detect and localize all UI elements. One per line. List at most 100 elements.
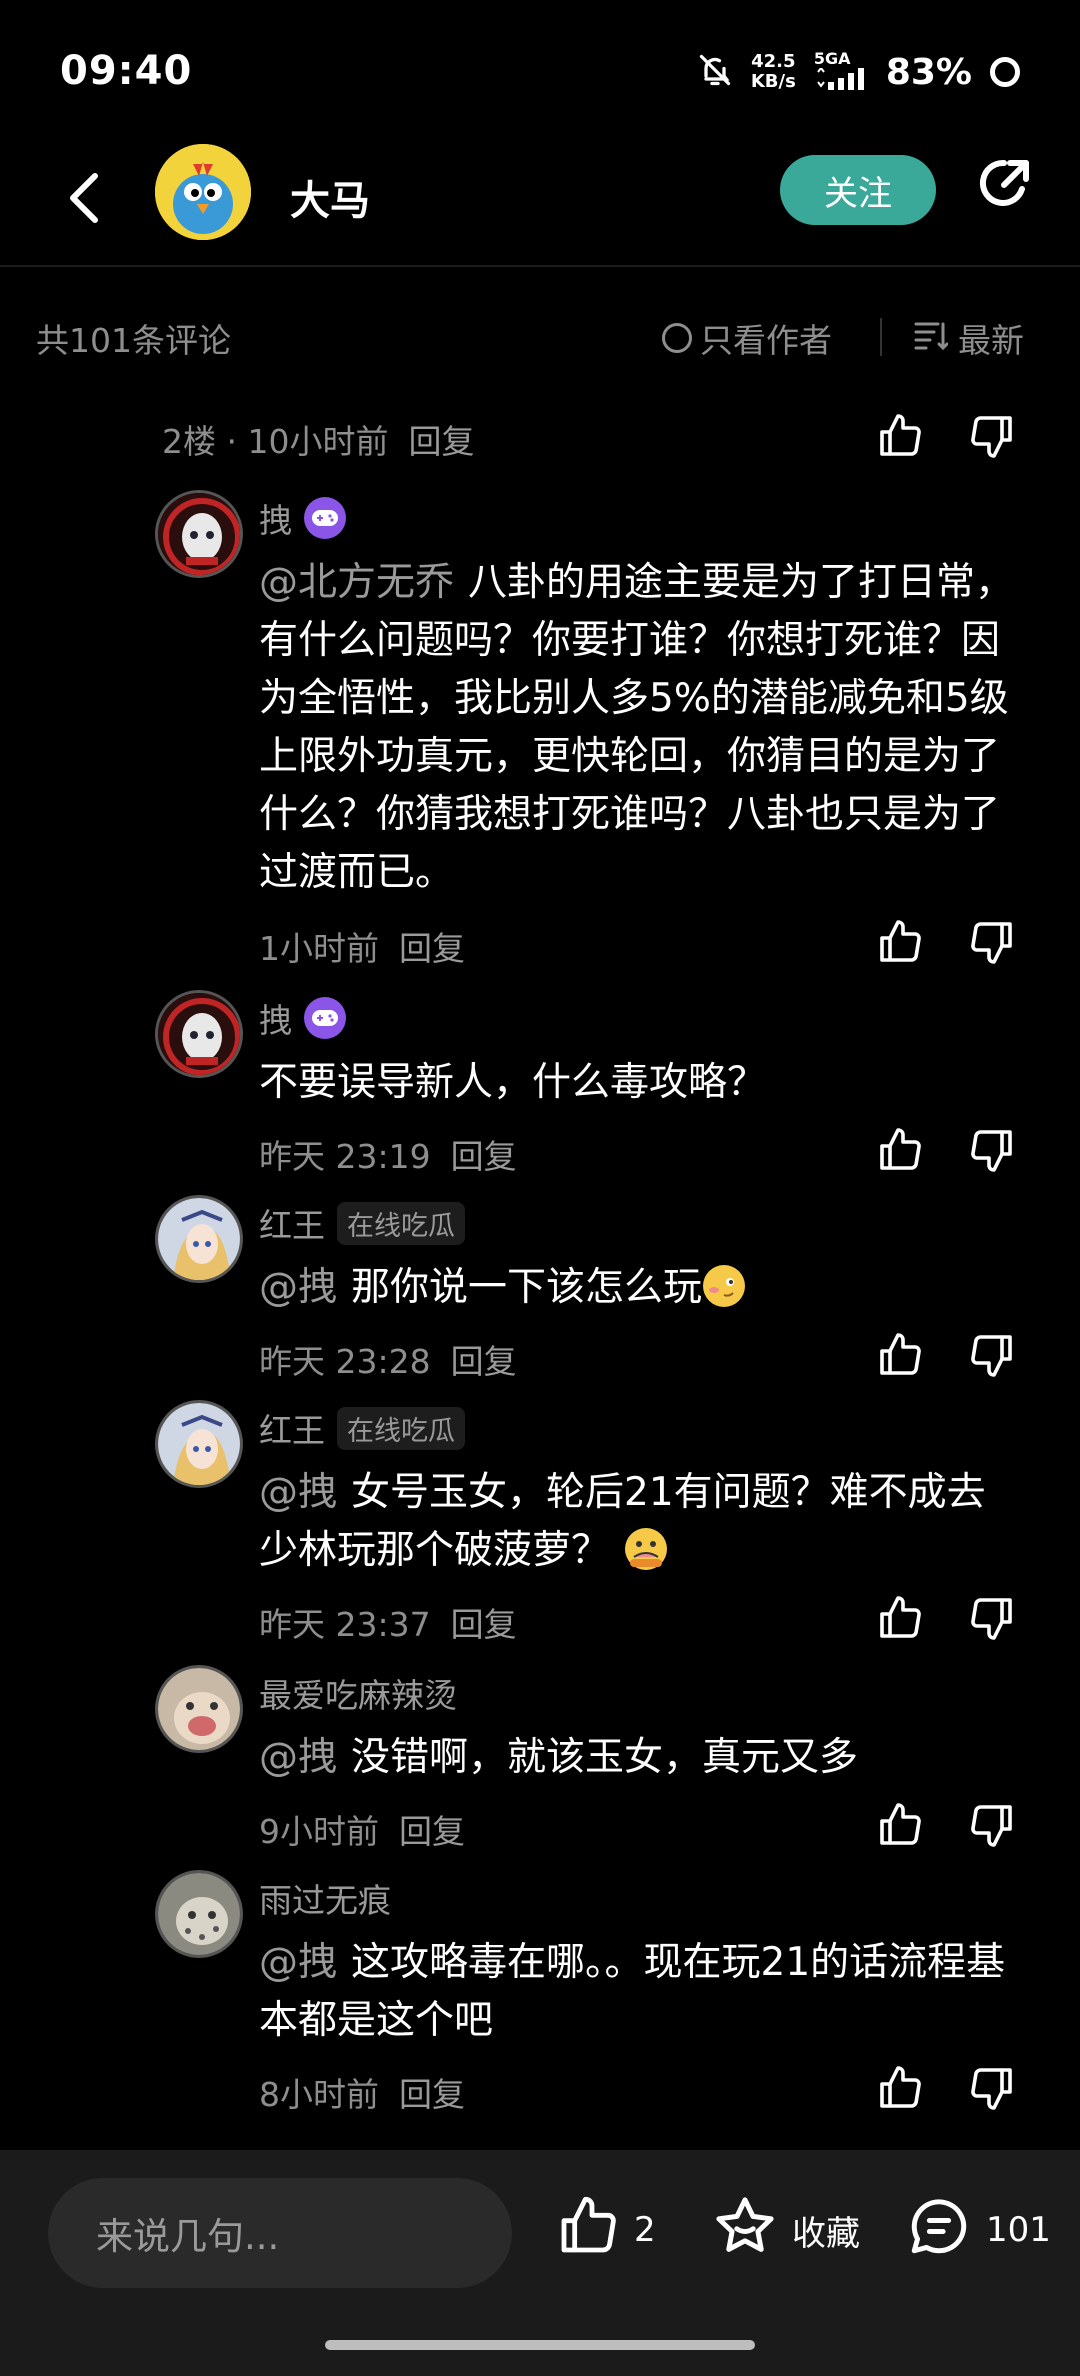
home-indicator[interactable] — [325, 2340, 755, 2350]
reply-button[interactable]: 回复 — [451, 1342, 517, 1381]
comment-author-name[interactable]: 雨过无痕 — [259, 1874, 391, 1922]
bottom-action-bar: 来说几句... 2 收藏 101 — [0, 2150, 1080, 2376]
only-author-label: 只看作者 — [700, 321, 832, 360]
like-button[interactable] — [870, 1590, 930, 1650]
sort-divider — [880, 318, 882, 356]
favorite-button[interactable]: 收藏 — [712, 2190, 860, 2270]
thumb-down-icon — [968, 918, 1016, 970]
floor-label: 2楼 · 10小时前 — [162, 422, 389, 461]
only-author-toggle[interactable]: 只看作者 — [662, 314, 832, 362]
user-avatar[interactable] — [155, 1195, 243, 1283]
comments-button[interactable]: 101 — [906, 2190, 1051, 2270]
comment-author-name[interactable]: 拽 — [259, 494, 292, 542]
like-button[interactable] — [870, 914, 930, 974]
thumb-down-icon — [968, 2064, 1016, 2116]
battery-level: 83% — [885, 51, 972, 93]
user-avatar[interactable] — [155, 1665, 243, 1753]
user-avatar[interactable] — [155, 1400, 243, 1488]
comment-meta: 8小时前 回复 — [259, 2068, 465, 2116]
reply-button[interactable]: 回复 — [399, 2075, 465, 2114]
comment-time: 1小时前 — [259, 929, 379, 968]
dislike-button[interactable] — [962, 408, 1022, 468]
post-like-button[interactable]: 2 — [556, 2190, 656, 2270]
comment-body: 这攻略毒在哪。。现在玩21的话流程基本都是这个吧 — [259, 1940, 1006, 2043]
like-button[interactable] — [870, 2060, 930, 2120]
reply-button[interactable]: 回复 — [399, 929, 465, 968]
like-button[interactable] — [870, 408, 930, 468]
mention-link[interactable]: @拽 — [259, 1735, 337, 1780]
comment-author: 红王 在线吃瓜 — [259, 1404, 465, 1452]
comment-text: 不要误导新人，什么毒攻略？ — [259, 1054, 1019, 1112]
gamepad-icon — [304, 497, 346, 539]
user-tag: 在线吃瓜 — [337, 1201, 465, 1245]
floor-vote — [870, 408, 1080, 468]
comment-author-name[interactable]: 红王 — [259, 1199, 325, 1247]
thumb-up-icon — [876, 412, 924, 464]
floor-meta: 2楼 · 10小时前 回复 — [162, 415, 474, 463]
like-button[interactable] — [870, 1122, 930, 1182]
thumb-down-icon — [968, 412, 1016, 464]
reply-button[interactable]: 回复 — [399, 1812, 465, 1851]
user-avatar[interactable] — [155, 1870, 243, 1958]
comment-time: 昨天 23:19 — [259, 1137, 431, 1176]
post-header: 大马 关注 — [0, 140, 1080, 267]
back-button[interactable] — [55, 160, 115, 240]
like-button[interactable] — [870, 1797, 930, 1857]
comment-vote — [870, 1590, 1080, 1650]
comment-vote — [870, 2060, 1080, 2120]
comment-body: 那你说一下该怎么玩 — [351, 1265, 703, 1310]
mention-link[interactable]: @拽 — [259, 1940, 337, 1985]
comment-input[interactable]: 来说几句... — [48, 2178, 512, 2288]
comment-text: @拽 那你说一下该怎么玩 — [259, 1259, 1019, 1317]
thumb-up-icon — [876, 2064, 924, 2116]
comment-author-name[interactable]: 最爱吃麻辣烫 — [259, 1669, 457, 1717]
follow-button[interactable]: 关注 — [780, 155, 936, 225]
net-speed-value: 42.5 — [751, 51, 796, 72]
dislike-button[interactable] — [962, 2060, 1022, 2120]
mention-link[interactable]: @拽 — [259, 1265, 337, 1310]
user-avatar[interactable] — [155, 990, 243, 1078]
comment-vote — [870, 1122, 1080, 1182]
comment-time: 昨天 23:28 — [259, 1342, 431, 1381]
comment-meta: 昨天 23:28 回复 — [259, 1335, 517, 1383]
comment-author: 拽 — [259, 994, 346, 1042]
comment-time: 8小时前 — [259, 2075, 379, 2114]
comment-text: @拽 这攻略毒在哪。。现在玩21的话流程基本都是这个吧 — [259, 1934, 1019, 2050]
author-name[interactable]: 大马 — [290, 168, 370, 226]
like-button[interactable] — [870, 1327, 930, 1387]
status-icons: 42.5 KB/s 5GA 83% — [697, 50, 1020, 94]
floor-reply-button[interactable]: 回复 — [408, 422, 474, 461]
author-avatar[interactable] — [155, 144, 251, 240]
mention-link[interactable]: @北方无乔 — [259, 560, 454, 605]
thumb-up-icon — [876, 1331, 924, 1383]
dislike-button[interactable] — [962, 1590, 1022, 1650]
sort-latest-button[interactable]: 最新 — [914, 314, 1024, 362]
comment-body: 没错啊，就该玉女，真元又多 — [351, 1735, 859, 1780]
dislike-button[interactable] — [962, 1327, 1022, 1387]
reply-button[interactable]: 回复 — [451, 1605, 517, 1644]
comment-vote — [870, 1797, 1080, 1857]
comment-body: 八卦的用途主要是为了打日常，有什么问题吗？你要打谁？你想打死谁？因为全悟性，我比… — [259, 560, 1015, 895]
user-avatar[interactable] — [155, 490, 243, 578]
comment-author-name[interactable]: 红王 — [259, 1404, 325, 1452]
dislike-button[interactable] — [962, 1797, 1022, 1857]
comment-author: 拽 — [259, 494, 346, 542]
dislike-button[interactable] — [962, 1122, 1022, 1182]
battery-icon — [990, 57, 1020, 87]
share-button[interactable] — [965, 152, 1041, 228]
comment-time: 9小时前 — [259, 1812, 379, 1851]
thumb-up-icon — [876, 1126, 924, 1178]
favorite-label: 收藏 — [792, 2213, 860, 2254]
dislike-button[interactable] — [962, 914, 1022, 974]
comment-meta: 昨天 23:19 回复 — [259, 1130, 517, 1178]
mention-link[interactable]: @拽 — [259, 1470, 337, 1515]
back-arrow-icon — [65, 170, 105, 230]
thumb-up-icon — [876, 1594, 924, 1646]
reply-button[interactable]: 回复 — [451, 1137, 517, 1176]
comment-author-name[interactable]: 拽 — [259, 994, 292, 1042]
net-speed: 42.5 KB/s — [751, 52, 796, 92]
comment-text: @北方无乔 八卦的用途主要是为了打日常，有什么问题吗？你要打谁？你想打死谁？因为全… — [259, 554, 1019, 902]
thumb-down-icon — [968, 1594, 1016, 1646]
comment-body: 女号玉女，轮后21有问题？难不成去少林玩那个破菠萝？ — [259, 1470, 986, 1573]
comment-vote — [870, 1327, 1080, 1387]
